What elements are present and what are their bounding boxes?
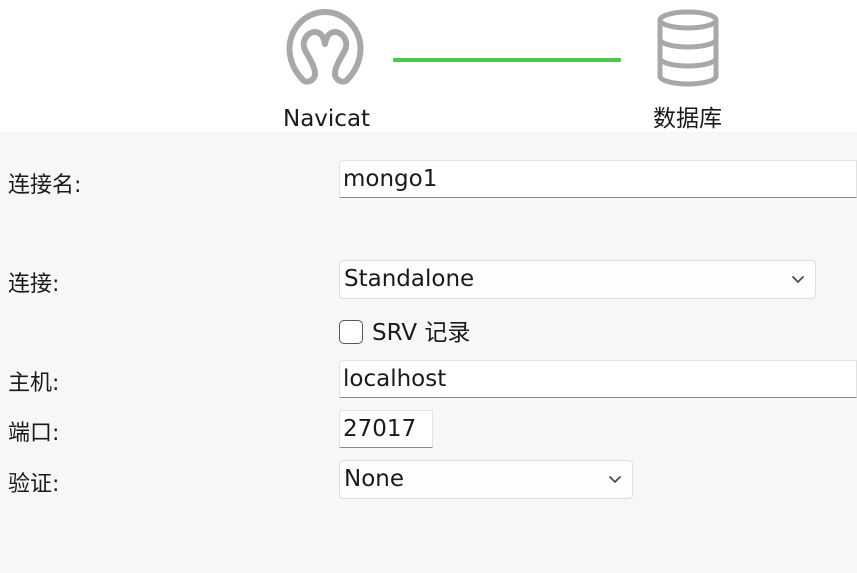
connection-type-select[interactable]: Standalone [339, 260, 816, 299]
connection-diagram-header: Navicat 数据库 [0, 0, 857, 132]
srv-record-label[interactable]: SRV 记录 [372, 318, 470, 348]
auth-select[interactable]: None [339, 460, 633, 499]
source-label: Navicat [283, 106, 371, 132]
auth-label: 验证: [8, 472, 60, 497]
port-input[interactable]: 27017 [339, 410, 433, 448]
host-input[interactable]: localhost [339, 360, 857, 398]
host-label: 主机: [8, 371, 60, 396]
connection-name-label: 连接名: [8, 173, 82, 198]
connection-type-label: 连接: [8, 272, 60, 297]
chevron-down-icon [608, 475, 622, 484]
database-icon [657, 9, 719, 87]
port-label: 端口: [8, 421, 60, 446]
auth-value: None [344, 466, 405, 492]
chevron-down-icon [791, 275, 805, 284]
navicat-icon [286, 9, 364, 85]
connection-status-line [393, 58, 621, 62]
srv-record-checkbox[interactable] [339, 320, 363, 344]
connection-type-value: Standalone [344, 266, 475, 292]
target-label: 数据库 [653, 106, 722, 132]
connection-name-input[interactable]: mongo1 [339, 160, 857, 198]
